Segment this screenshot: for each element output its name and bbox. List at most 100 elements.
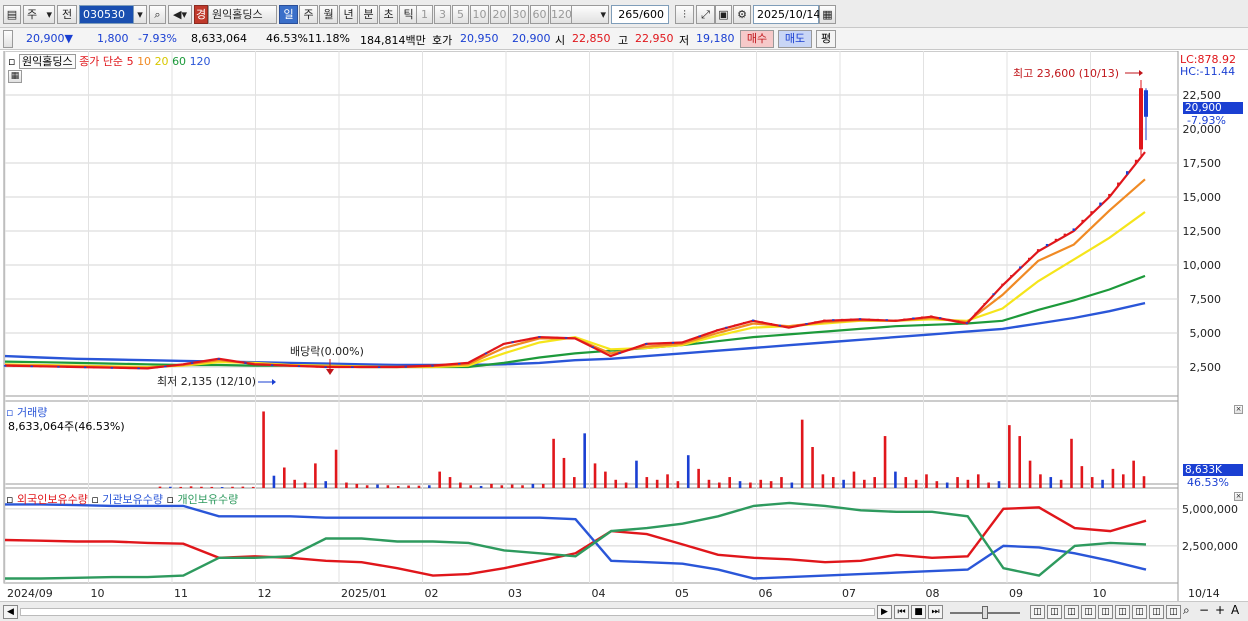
minute-1-button[interactable]: 1: [416, 5, 433, 24]
candle: [110, 367, 114, 369]
volume-value: 8,633,064주(46.53%): [8, 420, 125, 433]
draw-tool-icon[interactable]: ⤢: [696, 5, 715, 24]
zoom-search-icon[interactable]: ⌕: [1183, 603, 1190, 618]
zoom-in-icon[interactable]: +: [1215, 603, 1225, 617]
save-icon[interactable]: ▣: [715, 5, 732, 24]
candle: [155, 366, 158, 369]
volume-bar: [438, 471, 441, 488]
minute-3-button[interactable]: 3: [434, 5, 451, 24]
minute-20-button[interactable]: 20: [490, 5, 509, 24]
layout-icon-8[interactable]: ◫: [1149, 605, 1164, 619]
layout-icon-5[interactable]: ◫: [1098, 605, 1113, 619]
stock-code-input[interactable]: 030530: [79, 5, 134, 24]
volume-bar: [1008, 425, 1011, 488]
legend-ma-type: 종가 단순: [79, 55, 124, 68]
code-dropdown-icon[interactable]: ▾: [134, 5, 147, 24]
price-tick-label: 15,000: [1183, 191, 1222, 204]
period-week-button[interactable]: 주: [299, 5, 318, 24]
volume-bar: [189, 486, 193, 488]
zoom-slider-handle[interactable]: [982, 606, 988, 619]
scrollbar-track[interactable]: [20, 608, 875, 616]
stock-chart[interactable]: 22,50020,00017,50015,00012,50010,0007,50…: [0, 50, 1248, 601]
stop-icon[interactable]: ■: [911, 605, 926, 619]
market-select[interactable]: 주 ▾: [23, 5, 55, 24]
candle: [627, 349, 630, 351]
legend-foreign: 외국인보유수량: [16, 493, 88, 506]
legend-bullet-icon: ▫: [6, 493, 14, 506]
candle: [466, 362, 470, 364]
date-input[interactable]: 2025/10/14: [753, 5, 820, 24]
period-second-button[interactable]: 초: [379, 5, 398, 24]
speaker-icon[interactable]: ◀▾: [168, 5, 192, 24]
volume-panel-close-icon[interactable]: ×: [1234, 405, 1243, 414]
candle: [796, 324, 799, 327]
sell-button[interactable]: 매도: [778, 30, 812, 48]
layout-icon-9[interactable]: ◫: [1166, 605, 1181, 619]
candle: [262, 364, 265, 366]
prev-button[interactable]: 전: [57, 5, 77, 24]
candle: [600, 350, 603, 353]
last-page-icon[interactable]: ⏭: [928, 605, 943, 619]
holdings-panel-close-icon[interactable]: ×: [1234, 492, 1243, 501]
candle: [190, 362, 194, 364]
search-icon[interactable]: ⌕: [149, 5, 166, 24]
calendar-icon[interactable]: ▦: [819, 5, 836, 24]
period-day-button[interactable]: 일: [279, 5, 298, 24]
layout-icon-2[interactable]: ◫: [1047, 605, 1062, 619]
minute-30-button[interactable]: 30: [510, 5, 529, 24]
candle: [965, 322, 969, 324]
candle: [1125, 171, 1129, 175]
period-year-button[interactable]: 년: [339, 5, 358, 24]
candle: [956, 320, 960, 323]
first-page-icon[interactable]: ⏮: [894, 605, 909, 619]
volume-bar: [769, 481, 773, 488]
grid-toggle-icon[interactable]: ▦: [8, 70, 22, 83]
volume-bar: [904, 477, 908, 488]
minute-5-button[interactable]: 5: [452, 5, 469, 24]
quote-collapse-icon[interactable]: [3, 30, 13, 48]
layout-icon-3[interactable]: ◫: [1064, 605, 1079, 619]
window-menu-icon[interactable]: ▤: [3, 5, 21, 24]
candle: [351, 366, 354, 368]
buy-button[interactable]: 매수: [740, 30, 774, 48]
unit-select[interactable]: ▾: [571, 5, 609, 24]
volume-bar: [407, 485, 410, 488]
evaluate-button[interactable]: 평: [816, 30, 836, 48]
legend-individual: 개인보유수량: [177, 493, 239, 506]
candle-icon[interactable]: ⫶: [675, 5, 694, 24]
period-minute-button[interactable]: 분: [359, 5, 378, 24]
layout-icon-1[interactable]: ◫: [1030, 605, 1045, 619]
scroll-left-icon[interactable]: ◀: [3, 605, 18, 619]
candle: [458, 363, 461, 365]
period-month-button[interactable]: 월: [319, 5, 338, 24]
count-field[interactable]: 265/600: [611, 5, 669, 24]
zoom-out-icon[interactable]: −: [1199, 603, 1209, 617]
font-size-icon[interactable]: A: [1231, 603, 1239, 617]
gear-icon[interactable]: ⚙: [733, 5, 751, 24]
volume-bar: [552, 438, 555, 488]
volume-bar: [541, 483, 545, 488]
minute-120-button[interactable]: 120: [550, 5, 572, 24]
layout-icon-6[interactable]: ◫: [1115, 605, 1130, 619]
candle: [930, 315, 933, 317]
candle: [92, 366, 96, 369]
volume-bar: [1080, 466, 1084, 488]
volume-bar: [345, 482, 348, 488]
candle: [653, 342, 657, 345]
candle: [1099, 202, 1102, 206]
candle: [386, 366, 390, 368]
volume-bar: [573, 477, 576, 488]
candle: [814, 321, 817, 323]
layout-icon-7[interactable]: ◫: [1132, 605, 1147, 619]
minute-10-button[interactable]: 10: [470, 5, 489, 24]
candle: [1001, 283, 1004, 286]
candle: [520, 339, 523, 342]
minute-60-button[interactable]: 60: [530, 5, 549, 24]
candle: [253, 363, 256, 366]
scroll-right-icon[interactable]: ▶: [877, 605, 892, 619]
date-tick-label: 09: [1009, 587, 1023, 600]
candle: [377, 366, 381, 368]
layout-icon-4[interactable]: ◫: [1081, 605, 1096, 619]
candle: [342, 366, 345, 368]
candle: [983, 302, 986, 305]
